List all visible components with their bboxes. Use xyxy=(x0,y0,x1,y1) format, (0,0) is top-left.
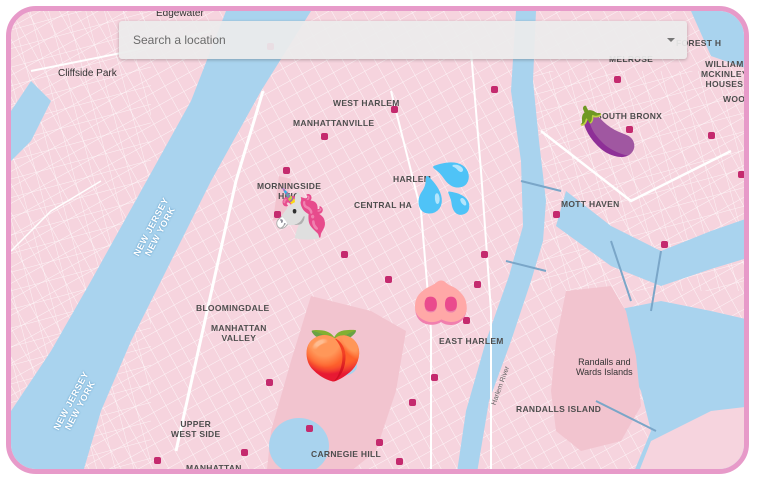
poi-marker[interactable] xyxy=(385,276,392,283)
poi-marker[interactable] xyxy=(738,171,744,178)
place-woodstock: WOODST xyxy=(723,94,746,104)
poi-marker[interactable] xyxy=(614,76,621,83)
poi-marker[interactable] xyxy=(396,458,403,465)
place-randalls-and-wards-islands: Randalls and Wards Islands xyxy=(576,357,633,377)
poi-marker[interactable] xyxy=(481,251,488,258)
poi-marker[interactable] xyxy=(431,374,438,381)
poi-marker[interactable] xyxy=(409,399,416,406)
location-search-bar[interactable] xyxy=(119,21,687,59)
poi-marker[interactable] xyxy=(474,281,481,288)
poi-marker[interactable] xyxy=(283,167,290,174)
place-randalls-island: RANDALLS ISLAND xyxy=(516,404,602,414)
place-manhattanville: MANHATTANVILLE xyxy=(293,118,375,128)
sweat-droplets-marker[interactable]: 💦 xyxy=(414,166,474,214)
map-frame[interactable]: Edgewater FOREST H Cliffside Park MELROS… xyxy=(6,6,749,474)
place-upper-west-side: UPPER WEST SIDE xyxy=(171,419,221,439)
place-east-harlem: EAST HARLEM xyxy=(439,336,504,346)
poi-marker[interactable] xyxy=(241,449,248,456)
place-edgewater: Edgewater xyxy=(156,8,204,19)
poi-marker[interactable] xyxy=(376,439,383,446)
poi-marker[interactable] xyxy=(154,457,161,464)
place-william-mckinley-houses: WILLIAM MCKINLEY HOUSES xyxy=(701,59,748,89)
place-west-harlem: WEST HARLEM xyxy=(333,98,400,108)
place-central-harlem: CENTRAL HA xyxy=(354,200,413,210)
map-canvas[interactable] xyxy=(11,11,749,474)
place-mott-haven: MOTT HAVEN xyxy=(561,199,620,209)
poi-marker[interactable] xyxy=(266,379,273,386)
place-carnegie-hill: CARNEGIE HILL xyxy=(311,449,382,459)
poi-marker[interactable] xyxy=(553,211,560,218)
dropdown-caret-icon[interactable] xyxy=(667,38,675,42)
eggplant-marker[interactable]: 🍆 xyxy=(578,109,638,157)
poi-marker[interactable] xyxy=(321,133,328,140)
place-manhattan-valley: MANHATTAN VALLEY xyxy=(211,323,267,343)
poi-marker[interactable] xyxy=(306,425,313,432)
place-bloomingdale: BLOOMINGDALE xyxy=(196,303,270,313)
peach-marker[interactable]: 🍑 xyxy=(303,333,363,381)
search-location-input[interactable] xyxy=(131,32,661,48)
poi-marker[interactable] xyxy=(708,132,715,139)
poi-marker[interactable] xyxy=(661,241,668,248)
poi-marker[interactable] xyxy=(491,86,498,93)
unicorn-marker[interactable]: 🦄 xyxy=(271,191,331,239)
place-manhattan: MANHATTAN xyxy=(186,463,242,473)
poi-marker[interactable] xyxy=(341,251,348,258)
pig-nose-marker[interactable]: 🐽 xyxy=(411,279,471,327)
place-cliffside-park: Cliffside Park xyxy=(58,68,117,79)
